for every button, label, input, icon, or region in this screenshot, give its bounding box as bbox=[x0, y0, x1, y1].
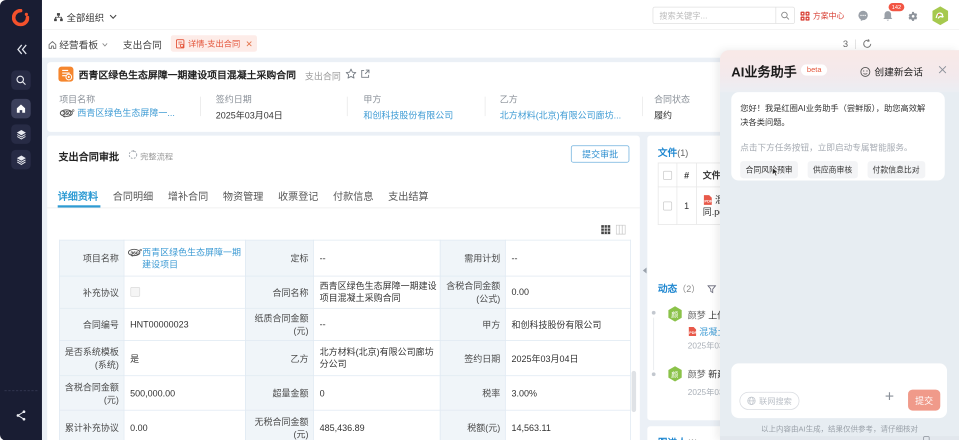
svg-text:PDF: PDF bbox=[704, 198, 712, 203]
svg-text:PDF: PDF bbox=[689, 331, 696, 335]
svg-text:360: 360 bbox=[62, 111, 71, 117]
svg-text:360: 360 bbox=[130, 250, 139, 256]
